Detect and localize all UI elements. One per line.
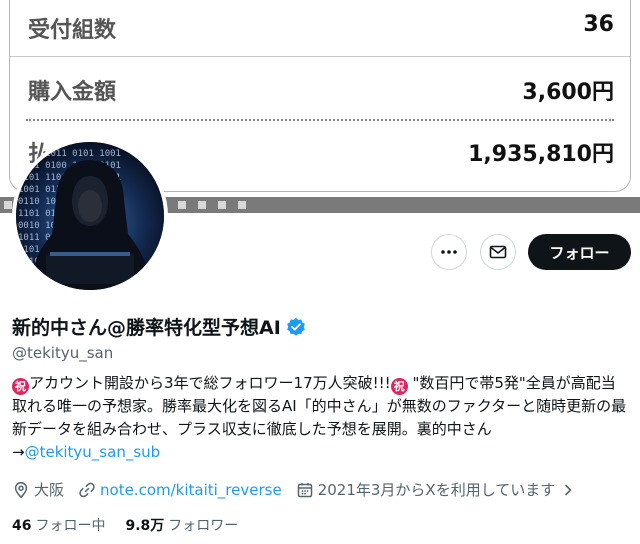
location-text: 大阪 xyxy=(34,481,65,499)
chevron-right-icon[interactable] xyxy=(561,483,575,497)
calendar-icon xyxy=(297,482,312,497)
website-link[interactable]: note.com/kitaiti_reverse xyxy=(100,481,282,499)
link-icon xyxy=(79,482,95,497)
ticket-label: 購入金額 xyxy=(28,80,117,105)
message-button[interactable] xyxy=(480,234,516,270)
display-name: 新的中さん@勝率特化型予想AI xyxy=(12,317,281,339)
follow-stats: 46 フォロー中 9.8万 フォロワー xyxy=(12,515,258,535)
location-pin-icon xyxy=(14,481,28,498)
bio-text: アカウント開設から3年で総フォロワー17万人突破!!! xyxy=(29,374,391,392)
location: 大阪 xyxy=(12,479,64,500)
user-handle: @tekityu_san xyxy=(12,344,114,362)
following-label: フォロー中 xyxy=(35,518,106,534)
bio-mention-link[interactable]: @tekityu_san_sub xyxy=(25,443,161,461)
followers-label: フォロワー xyxy=(168,518,239,534)
ticket-row-purchase: 購入金額 3,600円 xyxy=(10,62,630,118)
join-date: 2021年3月からXを利用しています xyxy=(296,479,580,500)
ticket-value: 1,935,810円 xyxy=(468,142,614,167)
divider xyxy=(26,119,614,121)
profile-meta: 大阪 note.com/kitaiti_reverse 2021年3月からXを利… xyxy=(12,479,593,500)
celebration-badge-icon: 祝 xyxy=(390,378,408,395)
website: note.com/kitaiti_reverse xyxy=(78,481,282,499)
follow-button[interactable]: フォロー xyxy=(528,234,631,270)
avatar[interactable]: 0110 1011 0101 1001 1011 0100 1110 0101 … xyxy=(12,138,168,294)
followers-link[interactable]: 9.8万 フォロワー xyxy=(125,515,238,535)
following-link[interactable]: 46 フォロー中 xyxy=(12,515,105,535)
more-button[interactable] xyxy=(431,234,467,270)
name-row: 新的中さん@勝率特化型予想AI xyxy=(12,313,306,340)
join-date-text: 2021年3月からXを利用しています xyxy=(317,481,556,499)
hooded-hacker-image: 0110 1011 0101 1001 1011 0100 1110 0101 … xyxy=(16,142,164,290)
divider xyxy=(10,56,630,57)
ticket-value: 36 xyxy=(583,12,614,37)
more-icon xyxy=(441,250,457,254)
celebration-badge-icon: 祝 xyxy=(12,378,29,395)
followers-count: 9.8万 xyxy=(125,518,165,534)
following-count: 46 xyxy=(12,518,32,534)
profile-bio: 祝アカウント開設から3年で総フォロワー17万人突破!!! 祝 "数百円で帯5発"全… xyxy=(12,372,630,464)
ticket-label: 受付組数 xyxy=(28,18,117,43)
envelope-icon xyxy=(489,245,507,259)
ticket-value: 3,600円 xyxy=(522,80,614,105)
ticket-row-entries: 受付組数 36 xyxy=(10,0,630,56)
verified-badge-icon[interactable] xyxy=(286,317,306,337)
